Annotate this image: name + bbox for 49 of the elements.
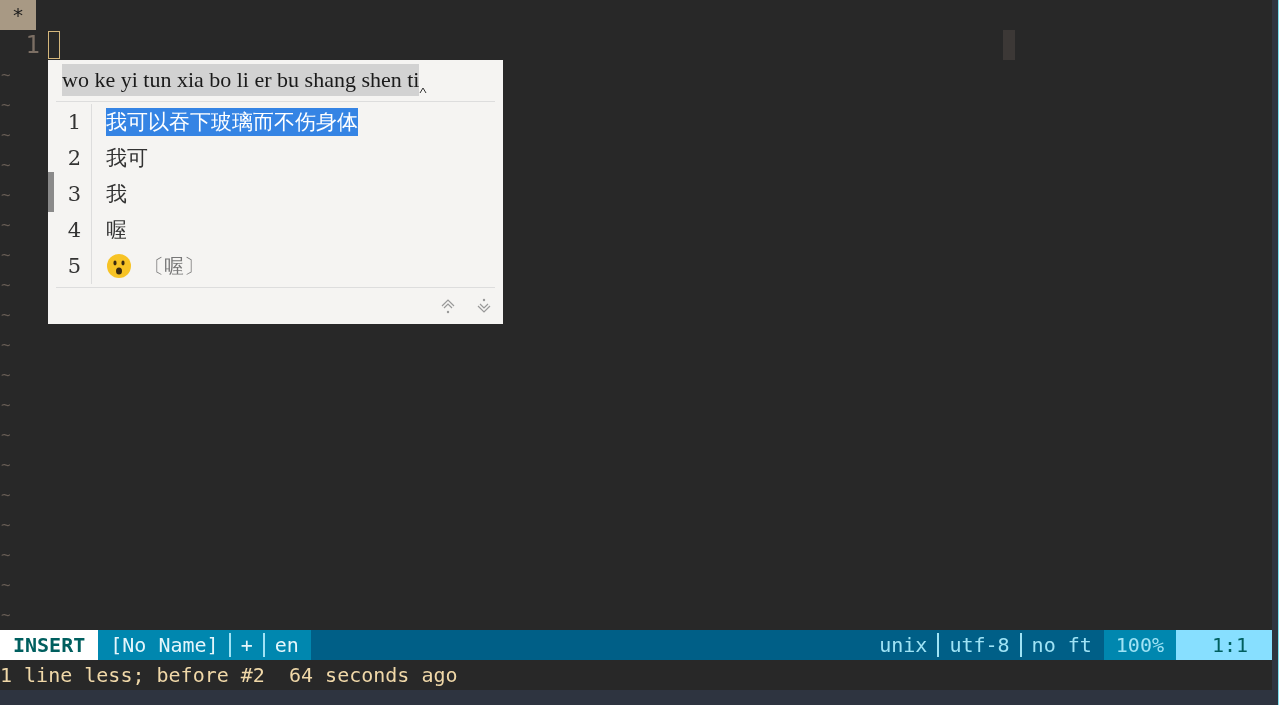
empty-line-tilde: ~ [0,244,11,266]
empty-line-tilde: ~ [0,334,11,356]
candidate-item[interactable]: 我 [106,180,127,208]
status-item: + [240,632,253,659]
tab-label[interactable]: * [0,0,36,30]
empty-line-tilde: ~ [0,454,11,476]
status-item: no ft [1031,632,1092,659]
empty-line-tilde: ~ [0,394,11,416]
empty-line-tilde: ~ [0,154,11,176]
empty-line-tilde: ~ [0,484,11,506]
candidate-number: 1 [56,104,92,140]
empty-line-tilde: ~ [0,94,11,116]
empty-line-tilde: ~ [0,124,11,146]
candidate-item[interactable]: 我可以吞下玻璃而不伤身体 [106,108,358,136]
status-item: utf-8 [949,632,1010,659]
message-line: 1 line less; before #2 64 seconds ago [0,662,458,689]
mode-indicator: INSERT [0,630,99,660]
candidate-number: 4 [56,212,92,248]
text-cursor [48,31,60,59]
cursor-position: 1:1 [1176,630,1272,660]
empty-line-tilde: ~ [0,64,11,86]
candidate-comment: 〔喔〕 [144,253,204,280]
preedit-text: wo ke yi tun xia bo li er bu shang shen ti [62,64,420,96]
scroll-percent: 100% [1103,630,1176,660]
empty-line-tilde: ~ [0,544,11,566]
empty-line-tilde: ~ [0,424,11,446]
candidate-number: 2 [56,140,92,176]
page-down-icon[interactable] [475,297,493,315]
empty-line-tilde: ~ [0,274,11,296]
empty-line-tilde: ~ [0,574,11,596]
caret-icon [419,86,428,94]
candidate-item[interactable] [106,253,132,279]
scroll-indicator [48,172,54,212]
empty-line-tilde: ~ [0,364,11,386]
candidate-item[interactable]: 我可 [106,144,148,172]
empty-line-tilde: ~ [0,514,11,536]
candidate-item[interactable]: 喔 [106,216,127,244]
candidate-number: 5 [56,248,92,284]
empty-line-tilde: ~ [0,304,11,326]
page-up-icon[interactable] [439,297,457,315]
status-item: en [274,632,299,659]
line-number: 1 [24,30,40,60]
surprised-face-icon [106,253,132,279]
empty-line-tilde: ~ [0,214,11,236]
empty-line-tilde: ~ [0,604,11,626]
empty-line-tilde: ~ [0,184,11,206]
candidate-number: 3 [56,176,92,212]
status-item: unix [879,632,928,659]
status-item: [No Name] [110,632,219,659]
